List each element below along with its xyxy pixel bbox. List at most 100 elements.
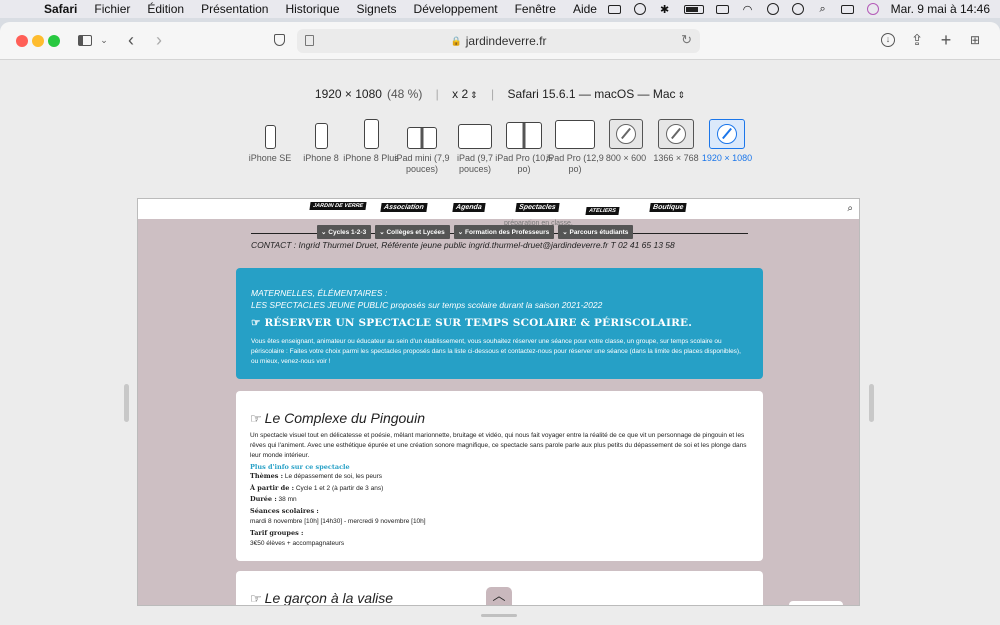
spotlight-search-icon[interactable]: ⌕ <box>816 3 830 15</box>
address-bar[interactable]: 🔒 jardindeverre.fr ↻ <box>297 29 700 53</box>
value: 38 mn <box>278 496 297 503</box>
show-card: ☞ Le Complexe du Pingouin Un spectacle vi… <box>236 391 763 561</box>
sidebar-toggle-icon[interactable] <box>76 30 94 50</box>
responsive-design-toolbar: 1920 × 1080 (48 %) | x 2 ⇕ | Safari 15.6.1… <box>0 60 1000 198</box>
chat-widget[interactable] <box>789 601 843 605</box>
label: Durée : <box>250 495 277 503</box>
banner-season: LES SPECTACLES JEUNE PUBLIC proposés sur… <box>251 300 603 310</box>
display-icon[interactable] <box>608 4 622 15</box>
nav-agenda[interactable]: Agenda <box>452 203 486 212</box>
control-center-icon[interactable] <box>841 4 855 15</box>
downloads-icon[interactable]: ↓ <box>879 30 897 50</box>
device-1920x1080[interactable]: 1920 × 1080 <box>698 117 756 164</box>
share-icon[interactable]: ⇪ <box>908 30 926 50</box>
zoom-window-button[interactable] <box>48 35 60 47</box>
menu-fenetre[interactable]: Fenêtre <box>515 2 556 16</box>
user-icon[interactable] <box>766 3 780 15</box>
show-title-text: Le garçon à la valise <box>264 590 394 606</box>
device-ipad-pro-12[interactable]: iPad Pro (12,9 po) <box>546 117 604 175</box>
scroll-to-top-button[interactable]: ︿ <box>486 587 512 605</box>
page-menu-icon[interactable] <box>305 35 314 46</box>
subnav-colleges[interactable]: ⌄ Collèges et Lycées <box>375 225 450 239</box>
menu-fichier[interactable]: Fichier <box>94 2 130 16</box>
viewport-resize-handle-left[interactable] <box>124 384 129 422</box>
battery-icon[interactable] <box>683 4 705 15</box>
viewport-resize-handle-right[interactable] <box>869 384 874 422</box>
device-1366x768[interactable]: 1366 × 768 <box>647 117 705 164</box>
stepper-icon[interactable]: ⇕ <box>678 90 686 100</box>
time-machine-icon[interactable] <box>791 3 805 15</box>
forward-button[interactable]: › <box>150 30 168 50</box>
nav-ateliers[interactable]: ATELIERS <box>585 207 620 215</box>
reload-icon[interactable]: ↻ <box>681 32 692 48</box>
menu-edition[interactable]: Édition <box>147 2 184 16</box>
subnav-label: Parcours étudiants <box>569 229 629 236</box>
menu-historique[interactable]: Historique <box>285 2 339 16</box>
stepper-icon[interactable]: ⇕ <box>470 90 478 100</box>
value: Le dépassement de soi, les peurs <box>284 473 383 480</box>
nav-association[interactable]: Association <box>380 203 428 212</box>
chevron-up-icon: ︿ <box>492 588 506 603</box>
menu-developpement[interactable]: Développement <box>414 2 498 16</box>
ipad-pro-12-icon <box>555 120 595 149</box>
privacy-shield-icon[interactable] <box>271 30 287 50</box>
show-description: Un spectacle visuel tout en délicatesse … <box>250 432 747 459</box>
label: À partir de : <box>250 483 294 492</box>
iphone-8-plus-icon <box>363 119 379 149</box>
label: Thèmes : <box>250 472 284 480</box>
nav-spectacles[interactable]: Spectacles <box>515 203 560 212</box>
keyboard-icon[interactable] <box>716 4 730 15</box>
device-label: 1366 × 768 <box>653 153 699 163</box>
back-button[interactable]: ‹ <box>122 30 140 50</box>
menu-aide[interactable]: Aide <box>573 2 597 16</box>
desktop-icon <box>709 119 745 149</box>
device-iphone-se[interactable]: iPhone SE <box>241 117 299 164</box>
iphone-se-icon <box>264 125 276 149</box>
subnav-formation[interactable]: ⌄ Formation des Professeurs <box>453 225 555 239</box>
subnav-parcours[interactable]: ⌄ Parcours étudiants <box>558 225 634 239</box>
bluetooth-icon[interactable]: ✱ <box>658 4 672 16</box>
desktop-icon <box>609 119 643 149</box>
wifi-icon[interactable]: ◠ <box>741 4 755 16</box>
page-viewport: JARDIN DE VERRE Association Agenda Spect… <box>137 198 860 606</box>
search-icon[interactable]: ⌕ <box>847 203 853 214</box>
label: Tarif groupes : <box>250 528 304 537</box>
subnav-cycles[interactable]: ⌄ Cycles 1-2-3 <box>317 225 372 239</box>
user-agent-select[interactable]: Safari 15.6.1 — macOS — Mac <box>508 87 676 101</box>
new-tab-icon[interactable]: + <box>937 30 955 50</box>
menu-signets[interactable]: Signets <box>357 2 397 16</box>
value: Cycle 1 et 2 (à partir de 3 ans) <box>295 484 384 492</box>
label: Séances scolaires : <box>250 506 319 515</box>
nav-boutique[interactable]: Boutique <box>649 203 687 212</box>
cloud-sync-icon[interactable] <box>633 3 647 15</box>
device-label: iPad mini (7,9 pouces) <box>394 153 450 174</box>
pointing-hand-icon: ☞ <box>250 411 262 426</box>
siri-icon[interactable] <box>866 3 880 15</box>
chevron-down-icon[interactable]: ⌄ <box>98 30 110 50</box>
menu-app-safari[interactable]: Safari <box>44 2 77 16</box>
minimize-window-button[interactable] <box>32 35 44 47</box>
menu-extras: ✱ ◠ ⌕ Mar. 9 mai à 14:46 <box>608 0 990 18</box>
menu-clock[interactable]: Mar. 9 mai à 14:46 <box>891 2 990 16</box>
tab-overview-icon[interactable]: ⊞ <box>966 30 984 50</box>
menu-bar: Safari Fichier Édition Présentation Hist… <box>0 0 1000 18</box>
more-info-link[interactable]: Plus d'info sur ce spectacle <box>250 463 749 471</box>
ipad-icon <box>458 124 492 149</box>
show-themes: Thèmes : Le dépassement de soi, les peur… <box>250 471 749 483</box>
menu-presentation[interactable]: Présentation <box>201 2 268 16</box>
viewport-scale: (48 %) <box>386 87 423 101</box>
device-iphone-8-plus[interactable]: iPhone 8 Plus <box>343 117 399 164</box>
desktop-icon <box>658 119 694 149</box>
device-ipad-pro-10[interactable]: iPad Pro (10,5 po) <box>495 117 553 175</box>
device-ipad-mini[interactable]: iPad mini (7,9 pouces) <box>393 117 451 175</box>
close-window-button[interactable] <box>16 35 28 47</box>
device-iphone-8[interactable]: iPhone 8 <box>292 117 350 164</box>
site-logo[interactable]: JARDIN DE VERRE <box>309 202 367 210</box>
pixel-ratio-select[interactable]: x 2 <box>452 87 468 101</box>
separator: | <box>435 87 439 101</box>
viewport-resolution: 1920 × 1080 <box>314 87 382 101</box>
banner-text: Vous êtes enseignant, animateur ou éduca… <box>251 338 741 365</box>
subnav: ⌄ Cycles 1-2-3 ⌄ Collèges et Lycées ⌄ Fo… <box>317 225 634 239</box>
window-bottom-handle[interactable] <box>481 614 517 617</box>
device-label: iPad Pro (10,5 po) <box>495 153 553 174</box>
